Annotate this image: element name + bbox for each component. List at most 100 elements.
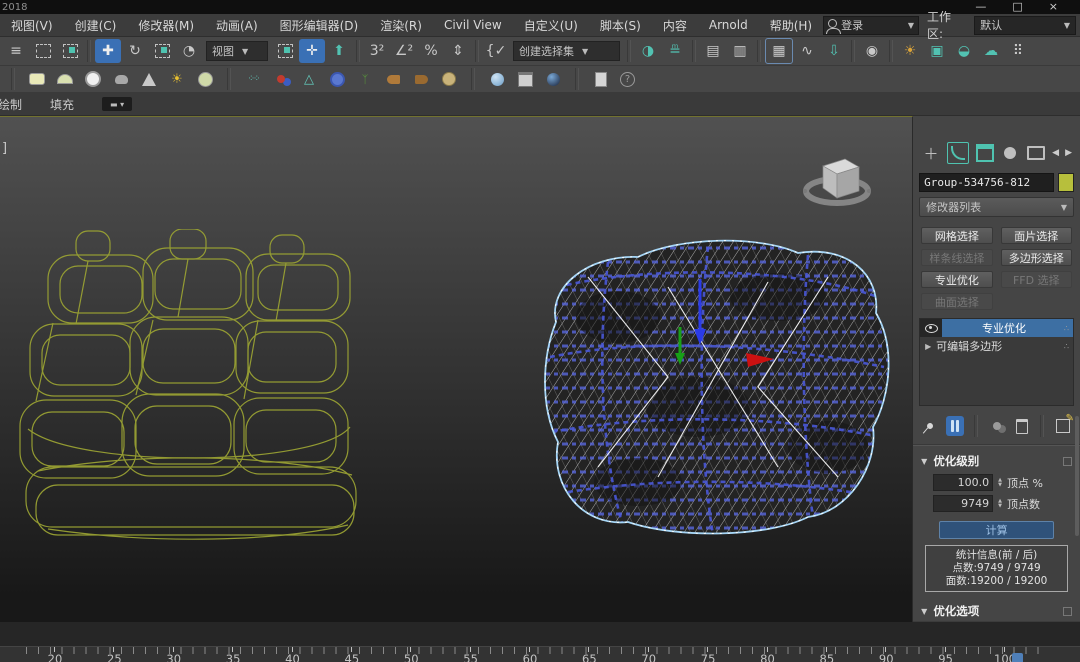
login-dropdown[interactable]: 登录 ▼ (823, 16, 919, 35)
edit-named-selection-sets-icon[interactable]: {✓ (483, 39, 509, 63)
grass-icon[interactable]: ᛉ (356, 70, 374, 88)
perspective-viewport[interactable]: ] (0, 116, 913, 622)
menu-help[interactable]: 帮助(H) (759, 17, 823, 34)
select-and-scale-icon[interactable] (149, 39, 175, 63)
spinner-icon[interactable]: ▲▼ (998, 478, 1002, 488)
stack-row-prooptimizer[interactable]: 专业优化 ∴ (920, 319, 1073, 337)
tab-display-icon[interactable] (1026, 143, 1046, 163)
percent-snap-icon[interactable]: % (418, 39, 444, 63)
mirror-icon[interactable]: ◑ (635, 39, 661, 63)
snap-toggle-3d-icon[interactable]: 3² (364, 39, 390, 63)
select-and-manipulate-icon[interactable]: ✛ (299, 39, 325, 63)
clipboard-icon[interactable] (592, 70, 610, 88)
configure-modifier-sets-icon[interactable] (1054, 416, 1072, 436)
modifier-stack[interactable]: 专业优化 ∴ ▶ 可编辑多边形 ∴ (919, 318, 1074, 406)
patch-select-button[interactable]: 面片选择 (1001, 227, 1072, 244)
make-unique-icon[interactable] (988, 416, 1006, 436)
spinner-icon[interactable]: ▲▼ (998, 499, 1002, 509)
select-and-move-icon[interactable]: ✚ (95, 39, 121, 63)
sun-icon[interactable]: ☀ (168, 70, 186, 88)
tab-motion-icon[interactable] (1001, 143, 1021, 163)
render-in-cloud-icon[interactable]: ☁ (978, 39, 1004, 63)
cone-icon[interactable] (140, 70, 158, 88)
render-flyout-icon[interactable]: ⠿ (1005, 39, 1031, 63)
panel-scrollbar[interactable] (1075, 416, 1079, 536)
snow-particles-icon[interactable]: ⁘⁘ (244, 70, 262, 88)
render-setup-icon[interactable]: ☀ (897, 39, 923, 63)
vertex-percent-input[interactable]: 100.0 (933, 474, 993, 491)
spinner-snap-icon[interactable]: ⇕ (445, 39, 471, 63)
mesh-select-button[interactable]: 网格选择 (921, 227, 992, 244)
sphere-dark-icon[interactable] (544, 70, 562, 88)
menu-customize[interactable]: 自定义(U) (513, 17, 589, 34)
window-small-icon[interactable] (516, 70, 534, 88)
menu-animation[interactable]: 动画(A) (205, 17, 269, 34)
select-by-name-icon[interactable]: ≡ (3, 39, 29, 63)
menu-content[interactable]: 内容 (652, 17, 698, 34)
tab-hierarchy-icon[interactable] (975, 143, 995, 163)
menu-graph-editors[interactable]: 图形编辑器(D) (269, 17, 370, 34)
expand-arrow-icon[interactable]: ▶ (920, 342, 936, 351)
rollout-optimization-level[interactable]: ▼ 优化级别 (913, 448, 1080, 472)
menu-scripting[interactable]: 脚本(S) (589, 17, 652, 34)
calculate-button[interactable]: 计算 (939, 521, 1054, 539)
render-production-icon[interactable]: ◒ (951, 39, 977, 63)
reference-coordinate-dropdown[interactable]: 视图 ▼ (206, 41, 268, 61)
track-bar[interactable] (0, 621, 1080, 646)
use-pivot-point-center-icon[interactable] (272, 39, 298, 63)
curve-editor-icon[interactable]: ∿ (794, 39, 820, 63)
scene-explorer-icon[interactable]: ▤ (700, 39, 726, 63)
material-editor-icon[interactable]: ◉ (859, 39, 885, 63)
keyboard-shortcut-override-icon[interactable]: ⬆ (326, 39, 352, 63)
fox-icon[interactable] (384, 70, 402, 88)
named-selection-set-dropdown[interactable]: 创建选择集 ▼ (513, 41, 620, 61)
box-icon[interactable] (28, 70, 46, 88)
disc-icon[interactable] (196, 70, 214, 88)
panel-tab-scroll[interactable]: ◀▶ (1052, 148, 1076, 158)
object-name-field[interactable]: Group-534756-812 (919, 173, 1054, 192)
help-icon[interactable]: ? (620, 72, 635, 87)
menu-rendering[interactable]: 渲染(R) (369, 17, 433, 34)
vertex-count-input[interactable]: 9749 (933, 495, 993, 512)
menu-view[interactable]: 视图(V) (0, 17, 64, 34)
select-and-rotate-icon[interactable]: ↻ (122, 39, 148, 63)
poly-select-button[interactable]: 多边形选择 (1001, 249, 1072, 266)
viewcube[interactable] (794, 151, 880, 215)
visibility-toggle[interactable] (920, 319, 942, 337)
layer-explorer-icon[interactable]: ▥ (727, 39, 753, 63)
rectangular-selection-region-icon[interactable] (30, 39, 56, 63)
select-and-place-icon[interactable]: ◔ (176, 39, 202, 63)
ribbon-minimize-dropdown[interactable]: ▬ ▾ (102, 97, 132, 111)
object-color-swatch[interactable] (1058, 173, 1074, 192)
modifier-list-dropdown[interactable]: 修改器列表 ▼ (919, 197, 1074, 217)
tab-paint[interactable]: 绘制 (0, 96, 36, 113)
schematic-view-icon[interactable]: ⇩ (821, 39, 847, 63)
menu-create[interactable]: 创建(C) (64, 17, 128, 34)
tab-create-icon[interactable]: ＋ (921, 143, 941, 163)
ring-icon[interactable] (84, 70, 102, 88)
prooptimizer-button[interactable]: 专业优化 (921, 271, 992, 288)
rollout-optimization-options[interactable]: ▼ 优化选项 (913, 598, 1080, 621)
horse-icon[interactable] (412, 70, 430, 88)
flower-icon[interactable] (328, 70, 346, 88)
molecule-icon[interactable] (272, 70, 290, 88)
workspace-dropdown[interactable]: 默认 ▼ (974, 16, 1076, 35)
menu-arnold[interactable]: Arnold (698, 18, 759, 32)
stack-row-editable-poly[interactable]: ▶ 可编辑多边形 ∴ (920, 337, 1073, 355)
time-ruler[interactable]: 20 25 30 35 40 45 50 55 60 65 70 75 80 8… (0, 646, 1080, 662)
timeline-marker[interactable] (1012, 653, 1023, 662)
pyramid-wire-icon[interactable]: △ (300, 70, 318, 88)
window-crossing-toggle-icon[interactable] (57, 39, 83, 63)
dome-icon[interactable] (56, 70, 74, 88)
pin-stack-icon[interactable] (921, 416, 939, 436)
remove-modifier-icon[interactable] (1013, 416, 1031, 436)
tab-modify-icon[interactable] (947, 142, 969, 164)
sphere-blue-icon[interactable] (488, 70, 506, 88)
viewport-label[interactable]: ] (2, 141, 7, 156)
rendered-frame-window-icon[interactable]: ▣ (924, 39, 950, 63)
menu-civil-view[interactable]: Civil View (433, 18, 513, 32)
menu-modifiers[interactable]: 修改器(M) (127, 17, 205, 34)
angle-snap-icon[interactable]: ∠² (391, 39, 417, 63)
coin-icon[interactable] (440, 70, 458, 88)
wireframe-object-unselected[interactable] (18, 229, 398, 559)
